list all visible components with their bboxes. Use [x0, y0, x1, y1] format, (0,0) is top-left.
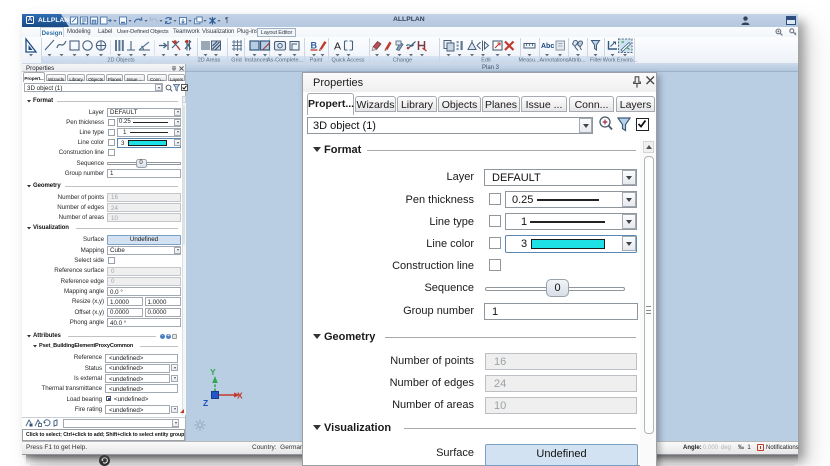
svg-text:Filter: Filter	[590, 58, 602, 64]
svg-text:Work Enviro...: Work Enviro...	[603, 58, 638, 64]
svg-text:As-Complete...: As-Complete...	[267, 58, 304, 64]
svg-text:Paint: Paint	[310, 58, 323, 64]
svg-text:Z: Z	[203, 398, 208, 408]
svg-text:Attrib...: Attrib...	[568, 58, 586, 64]
svg-text:Instances: Instances	[245, 58, 269, 64]
svg-text:2D Objects: 2D Objects	[107, 58, 134, 64]
svg-text:Measu...: Measu...	[518, 58, 540, 64]
svg-text:Grid: Grid	[231, 58, 241, 64]
svg-text:Change: Change	[393, 58, 412, 64]
svg-text:2D Areas: 2D Areas	[198, 58, 221, 64]
svg-text:B: B	[311, 41, 318, 51]
svg-text:Y: Y	[210, 367, 216, 377]
svg-text:X: X	[237, 391, 243, 401]
svg-text:Edit: Edit	[481, 58, 491, 64]
svg-text:Abc: Abc	[541, 43, 554, 50]
svg-text:Quick Access: Quick Access	[331, 58, 364, 64]
svg-text:A: A	[334, 41, 341, 53]
svg-text:Annotations: Annotations	[539, 58, 568, 64]
